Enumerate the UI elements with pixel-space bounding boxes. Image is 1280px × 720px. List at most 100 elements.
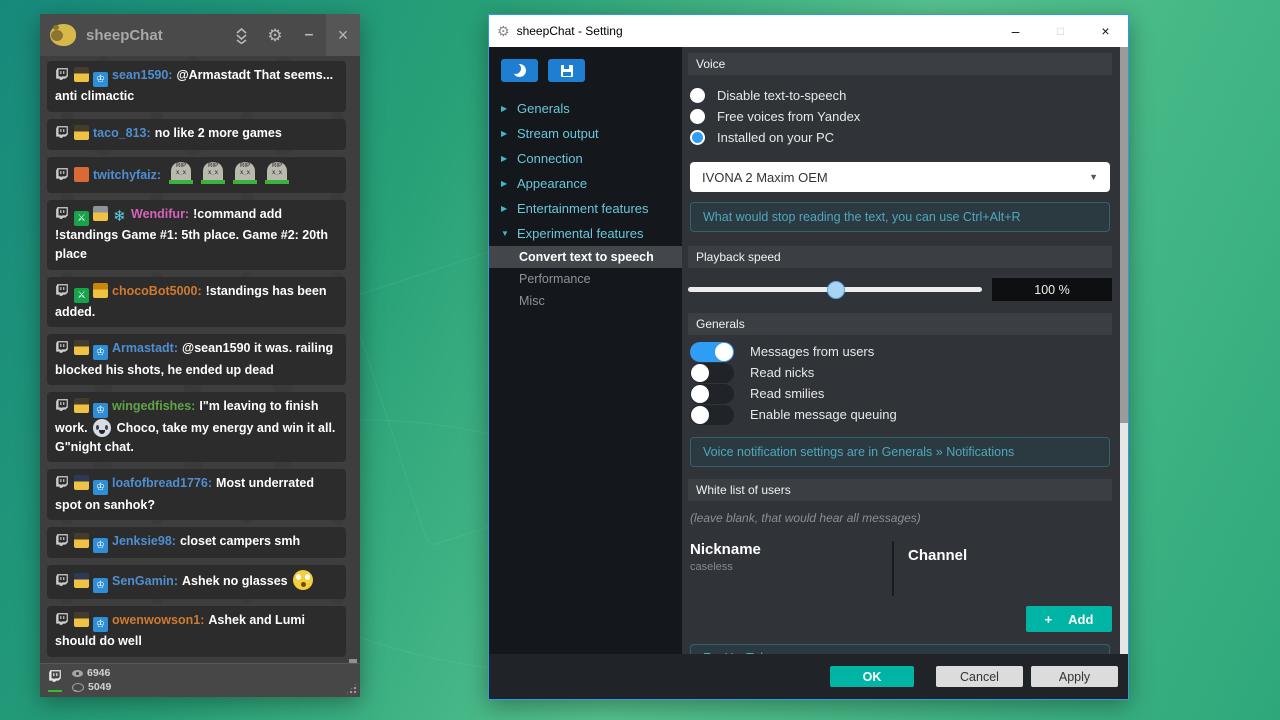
settings-scrollbar-thumb[interactable] xyxy=(1120,47,1128,423)
twitch-icon xyxy=(55,478,69,492)
redface-badge-icon xyxy=(74,167,89,182)
cancel-button[interactable]: Cancel xyxy=(936,666,1023,687)
chat-message: Armastadt:@sean1590 it was. railing bloc… xyxy=(47,334,346,385)
save-button[interactable] xyxy=(548,59,585,82)
toggle-switch[interactable] xyxy=(690,363,734,383)
settings-window: ⚙ sheepChat - Setting – □ × ▶Generals▶St… xyxy=(488,14,1129,700)
rip-tombstone-emote: RIP xyxy=(265,162,289,184)
chat-message: sean1590:@Armastadt That seems... anti c… xyxy=(47,61,346,112)
cowboy-badge-icon xyxy=(74,67,89,82)
tts-hotkey-info: What would stop reading the text, you ca… xyxy=(690,202,1110,232)
username: chocoBot5000: xyxy=(112,284,202,298)
sword-badge-icon xyxy=(74,211,89,226)
chat-window-title: sheepChat xyxy=(86,27,224,44)
add-whitelist-button[interactable]: + Add xyxy=(1026,606,1112,632)
king-badge-icon xyxy=(93,283,108,298)
ok-button[interactable]: OK xyxy=(830,666,914,687)
chevron-right-icon: ▶ xyxy=(501,204,509,213)
toggle-enable-message-queuing[interactable]: Enable message queuing xyxy=(690,404,1112,425)
twitch-icon xyxy=(55,209,69,223)
resize-grip[interactable] xyxy=(345,682,358,695)
radio-free-voices-from-yandex[interactable]: Free voices from Yandex xyxy=(690,106,1112,127)
sidebar-subitem-misc[interactable]: Misc xyxy=(489,290,682,312)
sidebar-item-entertainment-features[interactable]: ▶Entertainment features xyxy=(489,196,682,221)
username: Wendifur: xyxy=(131,207,189,221)
viking-badge-icon xyxy=(93,206,108,221)
chat-close-button[interactable]: × xyxy=(326,14,360,56)
radio-disable-text-to-speech[interactable]: Disable text-to-speech xyxy=(690,85,1112,106)
chat-window: sheepChat ⚙ – × sean1590:@Armastadt That… xyxy=(40,14,360,697)
cowboy-badge-icon xyxy=(74,612,89,627)
voice-select[interactable]: IVONA 2 Maxim OEM ▼ xyxy=(690,162,1110,192)
twitch-status-icon xyxy=(48,669,62,692)
toggle-switch[interactable] xyxy=(690,405,734,425)
chevron-right-icon: ▶ xyxy=(501,154,509,163)
settings-footer: OK Cancel Apply xyxy=(489,654,1128,699)
username: owenwowson1: xyxy=(112,613,204,627)
toggle-switch[interactable] xyxy=(690,342,734,362)
username: wingedfishes: xyxy=(112,399,195,413)
username: twitchyfaiz: xyxy=(93,168,161,182)
chat-message: chocoBot5000:!standings has been added. xyxy=(47,277,346,328)
crown-badge-icon xyxy=(93,538,108,553)
chat-status-bar: 6946 5049 xyxy=(40,663,360,697)
chat-settings-gear-icon[interactable]: ⚙ xyxy=(258,14,292,56)
crown-badge-icon xyxy=(93,617,108,632)
settings-maximize-button: □ xyxy=(1038,15,1083,47)
rip-tombstone-emote: RIP xyxy=(233,162,257,184)
username: Jenksie98: xyxy=(112,534,176,548)
radio-button-icon[interactable] xyxy=(690,130,705,145)
chat-message: Wendifur:!command add !standings Game #1… xyxy=(47,200,346,270)
toggle-messages-from-users[interactable]: Messages from users xyxy=(690,341,1112,362)
playback-section-header: Playback speed xyxy=(688,246,1112,268)
username: sean1590: xyxy=(112,68,172,82)
settings-scrollbar[interactable] xyxy=(1120,47,1128,654)
cowboy-badge-icon xyxy=(74,340,89,355)
radio-button-icon[interactable] xyxy=(690,88,705,103)
sidebar-item-connection[interactable]: ▶Connection xyxy=(489,146,682,171)
snow-badge-icon xyxy=(112,209,127,224)
voice-notification-info: Voice notification settings are in Gener… xyxy=(690,437,1110,467)
settings-titlebar[interactable]: ⚙ sheepChat - Setting – □ × xyxy=(489,15,1128,47)
chat-minimize-button[interactable]: – xyxy=(292,14,326,56)
sidebar-subitem-convert-text-to-speech[interactable]: Convert text to speech xyxy=(489,246,682,268)
apply-button[interactable]: Apply xyxy=(1031,666,1118,687)
settings-sidebar: ▶Generals▶Stream output▶Connection▶Appea… xyxy=(489,47,682,654)
sheep-logo-icon xyxy=(50,24,76,46)
radio-button-icon[interactable] xyxy=(690,109,705,124)
chevron-down-icon: ▼ xyxy=(1089,172,1098,182)
twitch-icon xyxy=(55,615,69,629)
settings-minimize-button[interactable]: – xyxy=(993,15,1038,47)
chatter-count: 5049 xyxy=(88,681,111,694)
cowboy-badge-icon xyxy=(74,398,89,413)
chat-titlebar[interactable]: sheepChat ⚙ – × xyxy=(40,14,360,56)
clipped-youtube-info: For YouTube … xyxy=(690,644,1110,654)
sidebar-subitem-performance[interactable]: Performance xyxy=(489,268,682,290)
radio-installed-on-your-pc[interactable]: Installed on your PC xyxy=(690,127,1112,148)
viewer-count: 6946 xyxy=(87,667,110,680)
toggle-read-nicks[interactable]: Read nicks xyxy=(690,362,1112,383)
settings-content: Voice Disable text-to-speechFree voices … xyxy=(682,47,1128,654)
sidebar-item-stream-output[interactable]: ▶Stream output xyxy=(489,121,682,146)
collapse-chevrons-icon[interactable] xyxy=(224,14,258,56)
dark-theme-button[interactable] xyxy=(501,59,538,82)
slider-thumb[interactable] xyxy=(827,281,845,299)
sidebar-item-generals[interactable]: ▶Generals xyxy=(489,96,682,121)
cry-emote xyxy=(93,419,111,437)
twitch-icon xyxy=(55,536,69,550)
crown-badge-icon xyxy=(93,345,108,360)
sidebar-item-experimental-features[interactable]: ▼Experimental features xyxy=(489,221,682,246)
whitelist-section-header: White list of users xyxy=(688,479,1112,501)
chat-message-list: sean1590:@Armastadt That seems... anti c… xyxy=(40,56,360,663)
toggle-switch[interactable] xyxy=(690,384,734,404)
chat-message: loafofbread1776:Most underrated spot on … xyxy=(47,469,346,520)
voice-select-value: IVONA 2 Maxim OEM xyxy=(702,170,1089,185)
playback-speed-slider[interactable] xyxy=(688,287,982,292)
sidebar-item-appearance[interactable]: ▶Appearance xyxy=(489,171,682,196)
settings-close-button[interactable]: × xyxy=(1083,15,1128,47)
toggle-read-smilies[interactable]: Read smilies xyxy=(690,383,1112,404)
moon-icon xyxy=(513,64,526,77)
police-badge-icon xyxy=(74,475,89,490)
crown-badge-icon xyxy=(93,403,108,418)
twitch-icon xyxy=(55,576,69,590)
